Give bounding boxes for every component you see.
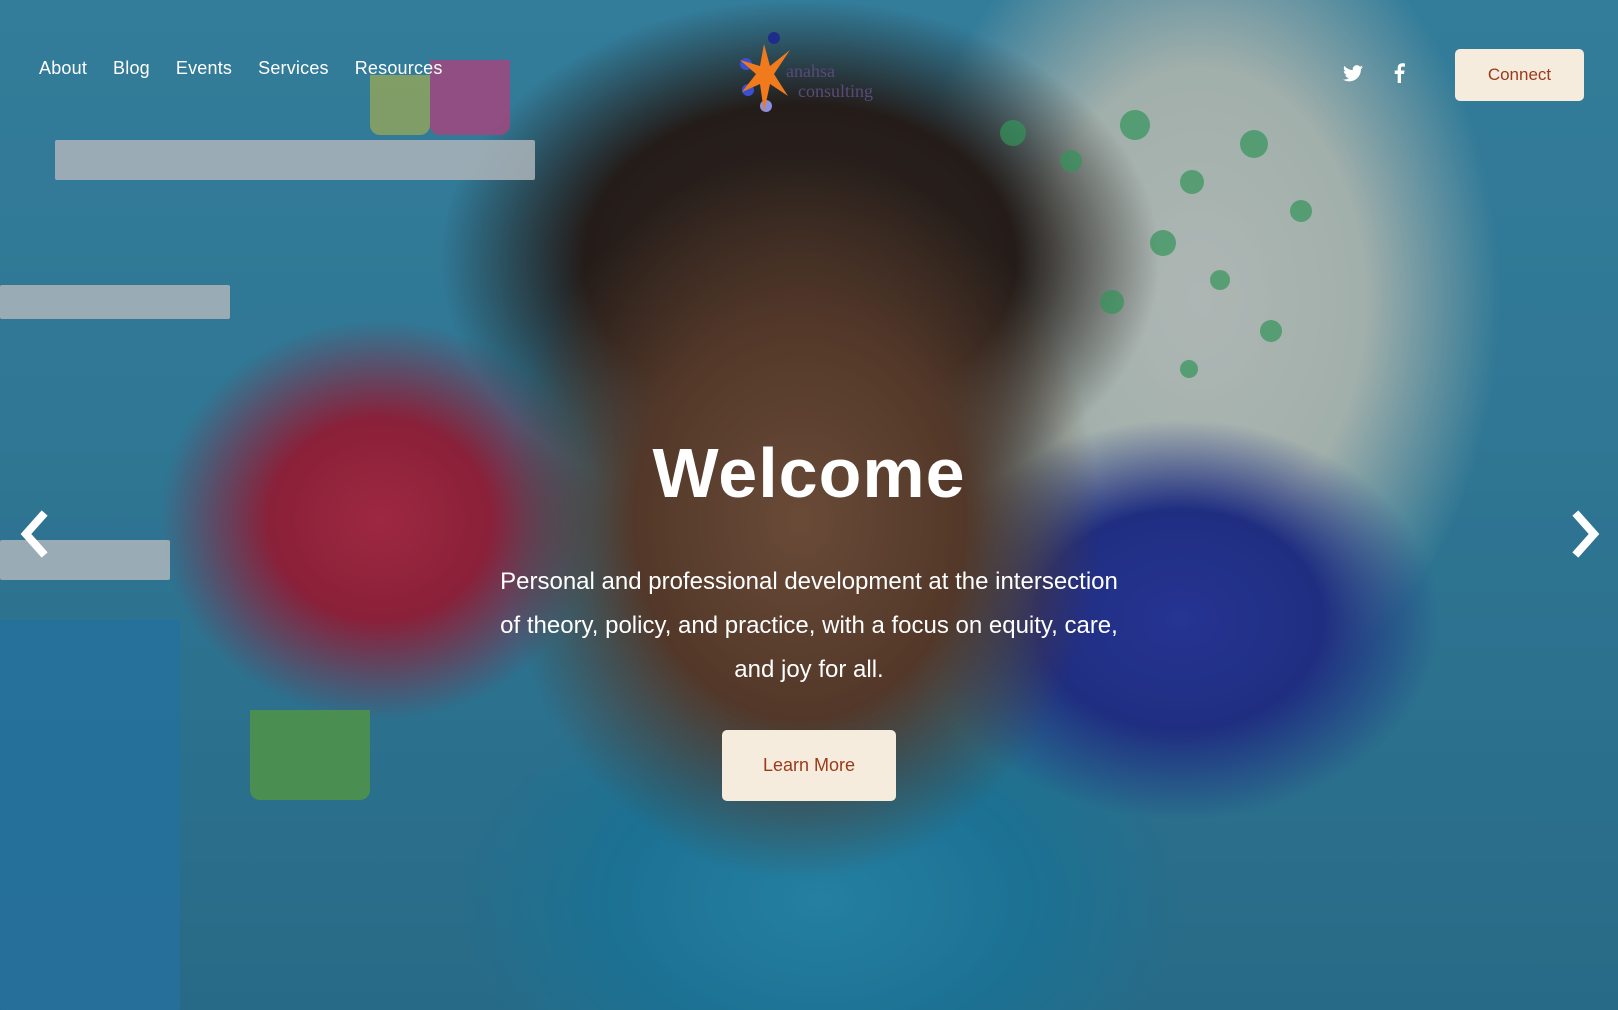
nav-item-events[interactable]: Events [176,58,232,79]
nav-item-about[interactable]: About [39,58,87,79]
connect-button[interactable]: Connect [1455,49,1584,101]
twitter-icon[interactable] [1342,62,1364,84]
nav-item-resources[interactable]: Resources [355,58,443,79]
facebook-icon[interactable] [1388,62,1410,84]
social-links [1342,62,1410,84]
nav-item-services[interactable]: Services [258,58,329,79]
logo-text: anahsa [786,61,835,81]
main-nav: About Blog Events Services Resources [39,58,443,79]
learn-more-button[interactable]: Learn More [722,730,896,801]
hero-content: Welcome Personal and professional develo… [0,430,1618,801]
hero-title: Welcome [652,434,966,512]
hero-slide: About Blog Events Services Resources ana… [0,0,1618,1010]
hero-subtitle: Personal and professional development at… [500,568,1118,683]
logo-text: consulting [798,81,873,101]
nav-item-blog[interactable]: Blog [113,58,150,79]
site-logo[interactable]: anahsa consulting [736,26,886,118]
